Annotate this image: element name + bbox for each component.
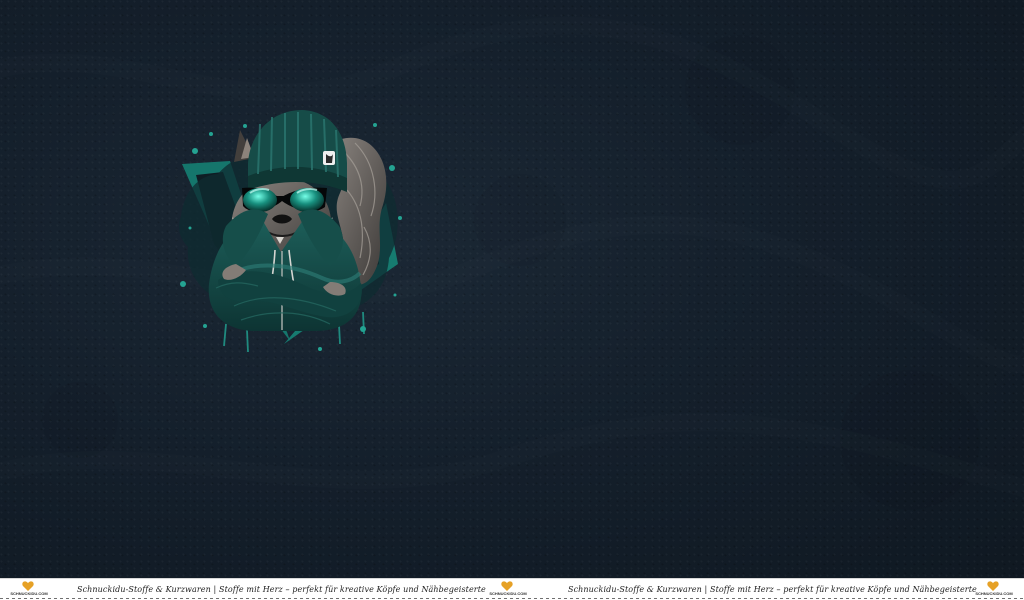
schnuckidu-logo: SCHNUCKIDU.COM bbox=[5, 581, 53, 598]
slogan-text: Stoffe mit Herz – perfekt für kreative K… bbox=[219, 585, 486, 594]
fabric-panel: SCHNUCKIDU.COM Schnuckidu-Stoffe & Kurzw… bbox=[0, 0, 1024, 600]
fabric-selvage: SCHNUCKIDU.COM Schnuckidu-Stoffe & Kurzw… bbox=[0, 578, 1024, 600]
brand-name: Schnuckidu-Stoffe & Kurzwaren bbox=[77, 585, 211, 594]
squirrel-artwork bbox=[179, 110, 402, 353]
logo-label: SCHNUCKIDU.COM bbox=[489, 591, 527, 596]
fabric-texture bbox=[42, 35, 980, 510]
tagline-separator: | bbox=[213, 585, 217, 594]
selvage-tagline: Schnuckidu-Stoffe & Kurzwaren | Stoffe m… bbox=[568, 581, 977, 599]
heart-icon bbox=[987, 581, 999, 591]
logo-label: SCHNUCKIDU.COM bbox=[975, 591, 1013, 596]
tagline-separator: | bbox=[704, 585, 708, 594]
heart-icon bbox=[501, 581, 513, 591]
logo-label: SCHNUCKIDU.COM bbox=[10, 591, 48, 596]
heart-icon bbox=[22, 581, 34, 591]
schnuckidu-logo: SCHNUCKIDU.COM bbox=[970, 581, 1018, 598]
selvage-tagline: Schnuckidu-Stoffe & Kurzwaren | Stoffe m… bbox=[77, 581, 486, 599]
schnuckidu-logo: SCHNUCKIDU.COM bbox=[484, 581, 532, 598]
slogan-text: Stoffe mit Herz – perfekt für kreative K… bbox=[710, 585, 977, 594]
brand-name: Schnuckidu-Stoffe & Kurzwaren bbox=[568, 585, 702, 594]
